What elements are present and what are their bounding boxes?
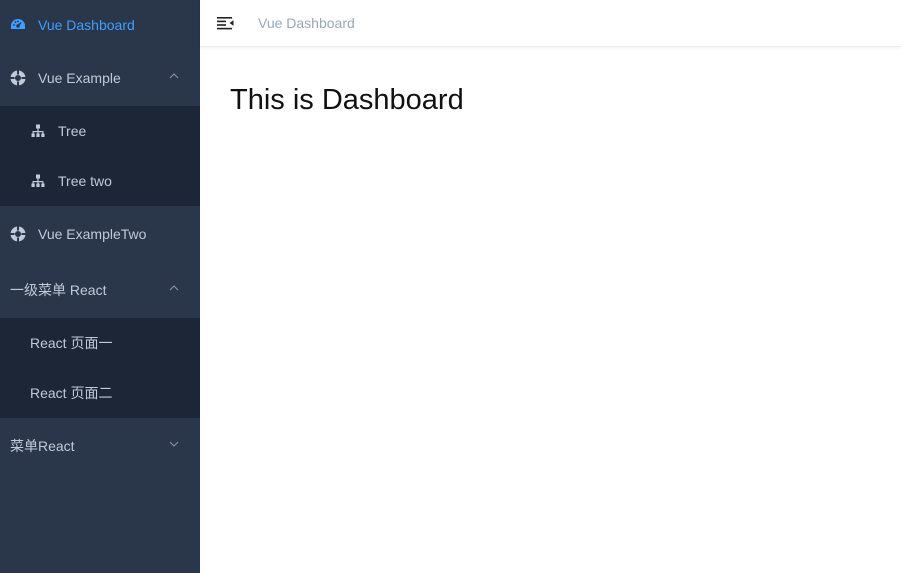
tree-icon [30, 173, 46, 189]
sidebar-item-label: Tree [58, 123, 87, 139]
sidebar-item-tree-two[interactable]: Tree two [0, 156, 200, 206]
chevron-down-icon [168, 438, 180, 450]
submenu-vue-example-list: Tree Tree two [0, 106, 200, 206]
hamburger-icon[interactable] [216, 14, 234, 32]
submenu-react[interactable]: 一级菜单 React [0, 262, 200, 318]
submenu-label: Vue Example [38, 70, 121, 86]
sidebar-item-react-page-two[interactable]: React 页面二 [0, 368, 200, 418]
target-icon [10, 70, 26, 86]
chevron-up-icon [168, 282, 180, 294]
dashboard-icon [10, 17, 26, 33]
tree-icon [30, 123, 46, 139]
breadcrumb: Vue Dashboard [258, 15, 355, 31]
chevron-up-icon [168, 70, 180, 82]
submenu-label: 菜单React [10, 438, 75, 454]
sidebar-item-tree[interactable]: Tree [0, 106, 200, 156]
sidebar-item-label: React 页面一 [30, 335, 113, 351]
sidebar-item-react-page-one[interactable]: React 页面一 [0, 318, 200, 368]
sidebar-item-label: Vue ExampleTwo [38, 226, 147, 242]
main-area: Vue Dashboard This is Dashboard [200, 0, 901, 573]
navbar: Vue Dashboard [200, 0, 901, 47]
app-root: Vue Dashboard Vue Example Tree Tree two … [0, 0, 901, 573]
sidebar-item-label: Vue Dashboard [38, 17, 135, 33]
sidebar-item-label: React 页面二 [30, 385, 113, 401]
sidebar-item-label: Tree two [58, 173, 112, 189]
sidebar: Vue Dashboard Vue Example Tree Tree two … [0, 0, 200, 573]
sidebar-item-vue-example-two[interactable]: Vue ExampleTwo [0, 206, 200, 262]
submenu-label: 一级菜单 React [10, 282, 107, 298]
dashboard-content: This is Dashboard [200, 47, 901, 154]
submenu-react-list: React 页面一 React 页面二 [0, 318, 200, 418]
breadcrumb-item: Vue Dashboard [258, 15, 355, 31]
submenu-vue-example[interactable]: Vue Example [0, 50, 200, 106]
target-icon [10, 226, 26, 242]
submenu-react-two[interactable]: 菜单React [0, 418, 200, 474]
page-title: This is Dashboard [230, 84, 464, 116]
sidebar-item-vue-dashboard[interactable]: Vue Dashboard [0, 0, 200, 50]
